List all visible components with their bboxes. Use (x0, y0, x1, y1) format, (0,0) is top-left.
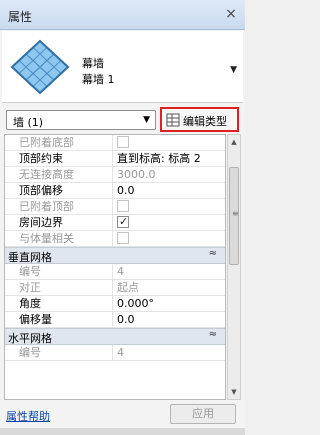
properties-panel: 属性 × 幕墙 幕墙 1 ▼ 墙 (1) ▼ 编辑类型 已附着底部 顶部约束 直… (0, 0, 245, 435)
close-icon[interactable]: × (223, 6, 239, 22)
panel-title: 属性 (8, 10, 33, 24)
property-value[interactable]: 直到标高: 标高 2 (115, 151, 225, 167)
property-row: 已附着顶部 (5, 199, 225, 215)
property-name: 顶部偏移 (5, 183, 113, 199)
grip-icon: ≡ (232, 209, 239, 218)
type-selector[interactable]: 幕墙 幕墙 1 ▼ (2, 31, 243, 103)
property-name: 角度 (5, 296, 113, 312)
panel-footer: 属性帮助 应用 (2, 402, 243, 426)
property-name: 房间边界 (5, 215, 113, 231)
property-value: 3000.0 (117, 168, 156, 181)
property-name: 编号 (5, 345, 113, 361)
property-row: 已附着底部 (5, 135, 225, 151)
property-checkbox[interactable]: ✓ (117, 215, 129, 228)
property-grid: 已附着底部 顶部约束 直到标高: 标高 2 无连接高度 3000.0 顶部偏移 0.0 已附着… (4, 134, 226, 400)
property-row: 顶部约束 直到标高: 标高 2 (5, 151, 225, 167)
property-value-cell (115, 135, 225, 151)
curtain-wall-thumbnail-icon (10, 39, 70, 95)
apply-button[interactable]: 应用 (170, 404, 236, 424)
property-value: 起点 (117, 281, 139, 294)
property-row: 与体量相关 (5, 231, 225, 247)
property-value: 4 (117, 265, 124, 278)
property-name: 编号 (5, 264, 113, 280)
property-group-name: 水平网格 (8, 332, 52, 345)
type-name-label: 幕墙 1 (82, 73, 115, 86)
property-name: 已附着底部 (5, 135, 113, 151)
property-group-header[interactable]: 水平网格 ≈ (5, 328, 225, 345)
property-row: 房间边界 ✓ (5, 215, 225, 231)
bottom-divider (0, 428, 245, 435)
collapse-icon[interactable]: ≈ (209, 248, 217, 259)
chevron-down-icon[interactable]: ▼ (230, 65, 237, 75)
property-value[interactable]: 0.000° (115, 296, 225, 312)
scroll-up-icon[interactable]: ▲ (228, 135, 240, 149)
collapse-icon[interactable]: ≈ (209, 329, 217, 340)
checkmark-icon: ✓ (119, 215, 129, 228)
type-family-label: 幕墙 (82, 57, 104, 70)
property-name: 无连接高度 (5, 167, 113, 183)
instance-filter-dropdown[interactable]: 墙 (1) ▼ (6, 110, 156, 130)
property-value[interactable]: 0.0 (115, 183, 225, 199)
property-row: 角度 0.000° (5, 296, 225, 312)
property-checkbox (117, 232, 129, 244)
panel-titlebar[interactable]: 属性 × (0, 0, 245, 30)
edit-type-button[interactable]: 编辑类型 (160, 107, 239, 132)
property-row: 顶部偏移 0.0 (5, 183, 225, 199)
instance-selector-row: 墙 (1) ▼ 编辑类型 (2, 107, 243, 132)
properties-help-link[interactable]: 属性帮助 (6, 408, 50, 424)
property-row: 编号 4 (5, 345, 225, 361)
property-value: 4 (117, 346, 124, 359)
property-value-cell (115, 231, 225, 247)
property-row: 无连接高度 3000.0 (5, 167, 225, 183)
property-row: 偏移量 0.0 (5, 312, 225, 328)
property-name: 顶部约束 (5, 151, 113, 167)
property-checkbox (117, 136, 129, 148)
instance-filter-value: 墙 (1) (13, 116, 44, 129)
property-name: 已附着顶部 (5, 199, 113, 215)
scroll-down-icon[interactable]: ▼ (228, 385, 240, 399)
property-name: 对正 (5, 280, 113, 296)
property-grid-scrollbar[interactable]: ▲ ≡ ▼ (227, 134, 241, 400)
property-checkbox (117, 200, 129, 212)
property-value[interactable]: 0.0 (115, 312, 225, 328)
edit-type-label: 编辑类型 (183, 115, 227, 128)
property-name: 与体量相关 (5, 231, 113, 247)
property-value-cell (115, 199, 225, 215)
property-group-name: 垂直网格 (8, 251, 52, 264)
property-row: 编号 4 (5, 264, 225, 280)
chevron-down-icon: ▼ (143, 115, 150, 125)
property-row: 对正 起点 (5, 280, 225, 296)
scrollbar-thumb[interactable]: ≡ (229, 167, 239, 265)
edit-type-icon (166, 113, 180, 127)
property-value-cell[interactable]: ✓ (115, 215, 225, 231)
property-name: 偏移量 (5, 312, 113, 328)
property-group-header[interactable]: 垂直网格 ≈ (5, 247, 225, 264)
